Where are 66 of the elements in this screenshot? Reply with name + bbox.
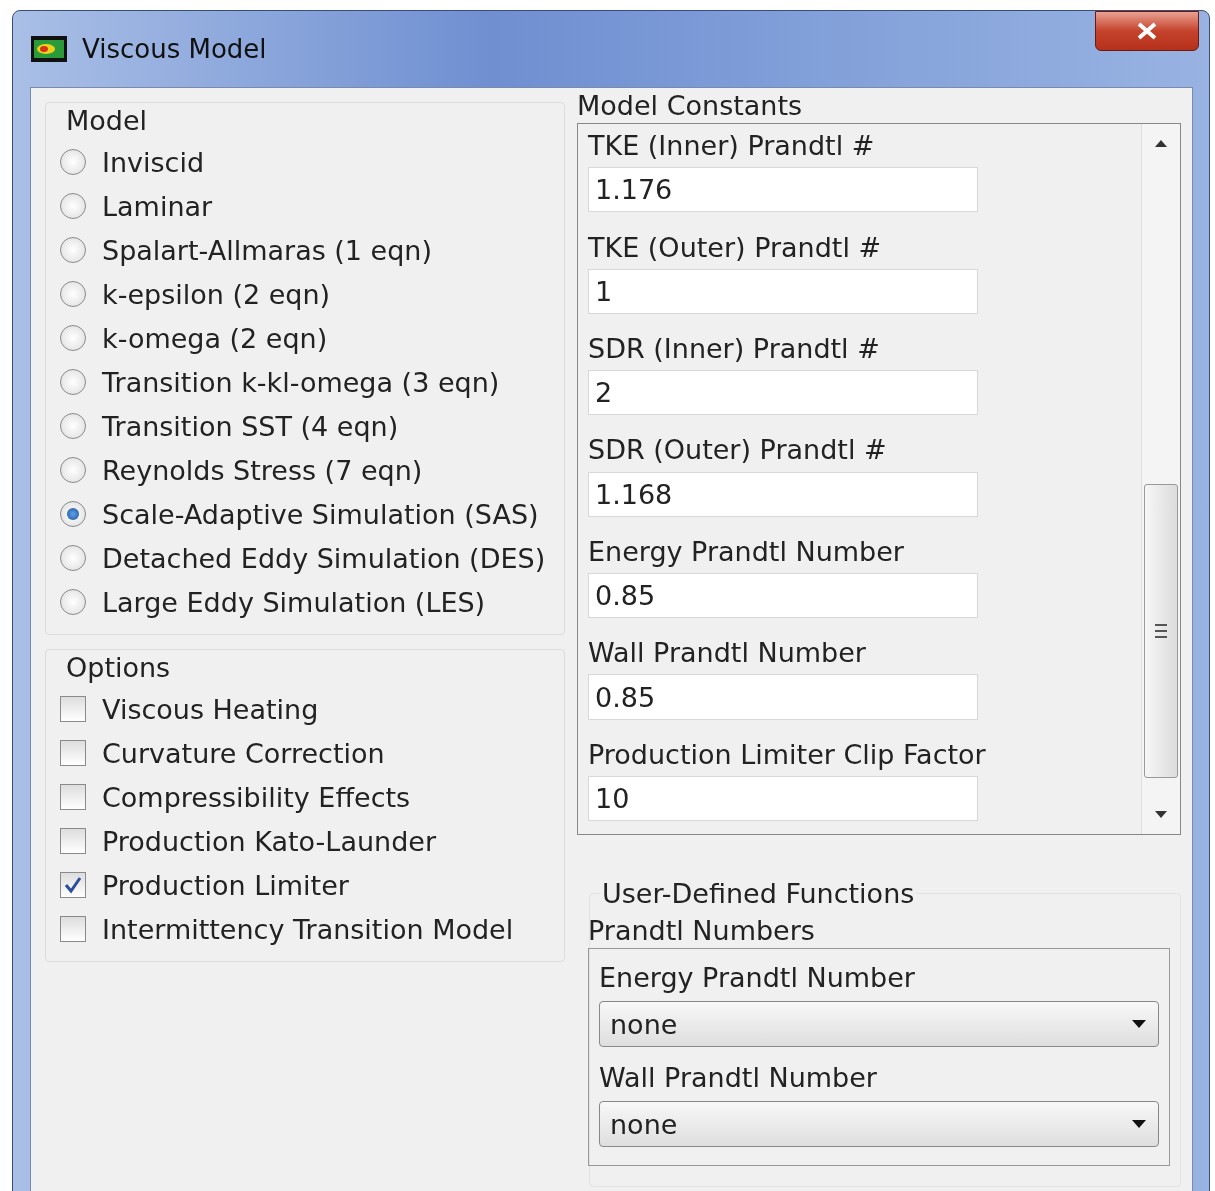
radio-label: Detached Eddy Simulation (DES)	[102, 542, 546, 574]
radio-button[interactable]	[60, 281, 86, 307]
checkbox-label: Intermittency Transition Model	[102, 913, 514, 945]
checkbox-label: Compressibility Effects	[102, 781, 411, 813]
radio-label: Laminar	[102, 190, 213, 222]
radio-button[interactable]	[60, 589, 86, 615]
radio-button[interactable]	[60, 237, 86, 263]
field-label: SDR (Inner) Prandtl #	[588, 332, 881, 366]
scrollbar[interactable]	[1141, 124, 1180, 834]
checkbox[interactable]	[60, 872, 86, 898]
dropdown[interactable]: none	[599, 1101, 1159, 1147]
caret-icon	[1130, 1019, 1148, 1029]
checkbox[interactable]	[60, 784, 86, 810]
checkbox-label: Curvature Correction	[102, 737, 385, 769]
input-field[interactable]: 1.168	[588, 471, 978, 517]
radio-label: Transition SST (4 eqn)	[102, 410, 399, 442]
scroll-thumb[interactable]	[1144, 484, 1178, 778]
group-title: Prandtl Numbers	[588, 915, 816, 946]
checkbox[interactable]	[60, 916, 86, 942]
app-icon	[30, 35, 68, 63]
checkbox-label: Production Limiter	[102, 869, 349, 901]
scroll-down-icon[interactable]	[1153, 810, 1169, 820]
field-label: TKE (Inner) Prandtl #	[588, 129, 876, 164]
group-title: Model	[66, 105, 149, 136]
group-title: Options	[66, 652, 172, 683]
window-title: Viscous Model	[82, 34, 267, 64]
checkbox[interactable]	[60, 696, 86, 722]
field-label: Energy Prandtl Number	[599, 960, 916, 995]
radio-label: Transition k-kl-omega (3 eqn)	[102, 366, 500, 398]
field-label: Wall Prandtl Number	[588, 636, 867, 671]
radio-button[interactable]	[60, 413, 86, 439]
radio-label: Spalart-Allmaras (1 eqn)	[102, 234, 432, 266]
field-label: Production Limiter Clip Factor	[588, 737, 987, 772]
input-field[interactable]: 0.85	[588, 572, 978, 619]
input-field[interactable]: 10	[588, 775, 978, 822]
input-field[interactable]: 2	[588, 370, 978, 416]
radio-button[interactable]	[60, 193, 86, 219]
radio-button[interactable]	[60, 501, 86, 527]
radio-button[interactable]	[60, 325, 86, 351]
input-field[interactable]: 1.176	[588, 167, 978, 213]
radio-label: Reynolds Stress (7 eqn)	[102, 454, 423, 486]
field-label: Energy Prandtl Number	[588, 534, 905, 569]
field-label: Wall Prandtl Number	[599, 1060, 878, 1095]
caret-icon	[1130, 1119, 1148, 1129]
checkbox-label: Viscous Heating	[102, 693, 319, 725]
scroll-up-icon[interactable]	[1153, 138, 1169, 148]
radio-button[interactable]	[60, 149, 86, 175]
radio-label: k-omega (2 eqn)	[102, 322, 328, 354]
radio-label: Scale-Adaptive Simulation (SAS)	[102, 498, 539, 530]
checkbox[interactable]	[60, 740, 86, 766]
radio-button[interactable]	[60, 457, 86, 483]
field-label: TKE (Outer) Prandtl #	[588, 230, 883, 265]
radio-label: k-epsilon (2 eqn)	[102, 278, 331, 310]
close-button[interactable]	[1095, 11, 1199, 51]
radio-button[interactable]	[60, 545, 86, 571]
input-field[interactable]: 1	[588, 268, 978, 314]
field-label: SDR (Outer) Prandtl #	[588, 433, 888, 468]
radio-label: Large Eddy Simulation (LES)	[102, 586, 486, 618]
radio-button[interactable]	[60, 369, 86, 395]
checkbox[interactable]	[60, 828, 86, 854]
radio-label: Inviscid	[102, 146, 205, 178]
checkbox-label: Production Kato-Launder	[102, 825, 437, 857]
close-icon	[1135, 22, 1159, 40]
dropdown[interactable]: none	[599, 1001, 1159, 1047]
input-field[interactable]: 0.85	[588, 674, 978, 720]
section-title: Model Constants	[577, 90, 804, 121]
